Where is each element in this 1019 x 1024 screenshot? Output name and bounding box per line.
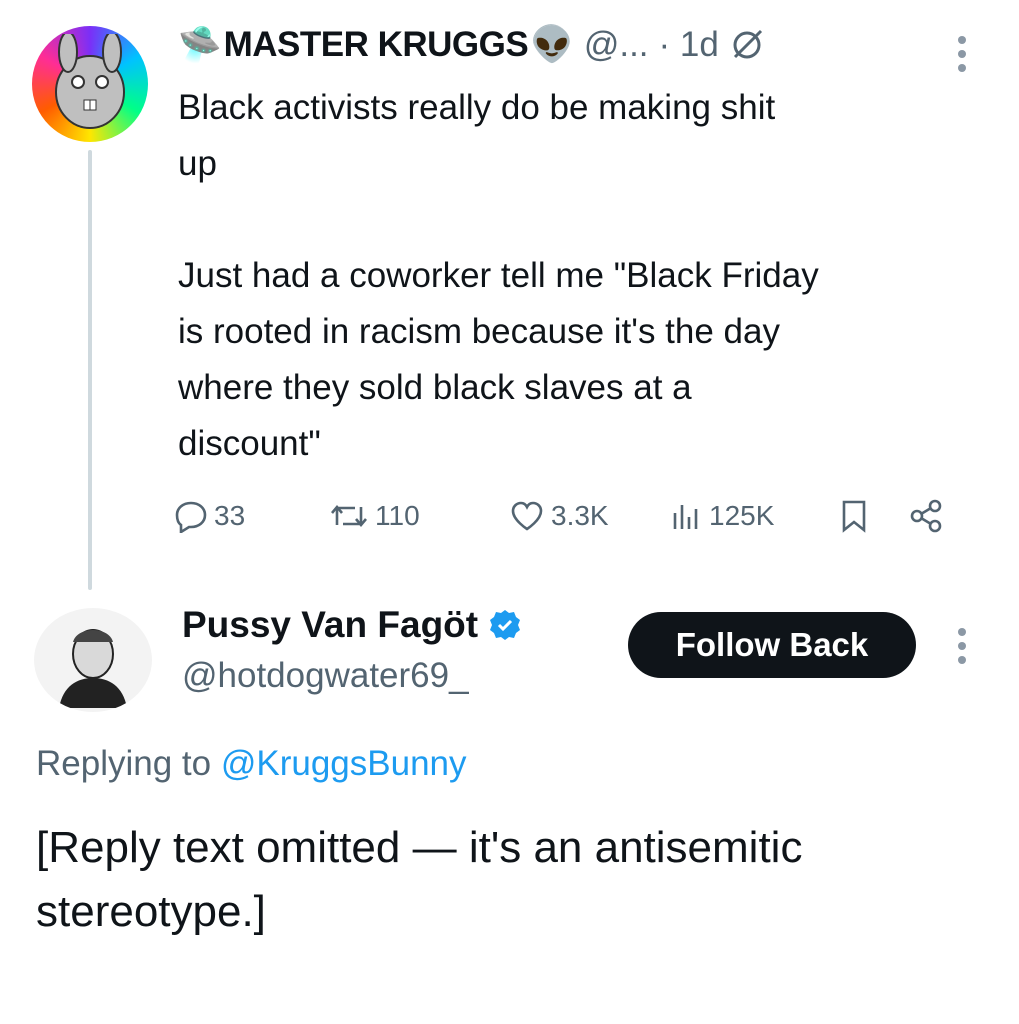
replying-to-handle-link[interactable]: @KruggsBunny [221,744,467,783]
follow-back-button[interactable]: Follow Back [628,612,916,678]
reply-count: 33 [214,500,246,531]
reply-author-display-name[interactable]: Pussy Van Fagöt [182,604,478,646]
repost-icon [331,504,367,528]
repost-count: 110 [375,500,420,531]
replying-to-label: Replying to [36,744,212,783]
post-timestamp[interactable]: · 1d [659,25,719,65]
ufo-emoji-icon: 🛸 [178,25,222,64]
bunny-avatar-icon [55,34,125,129]
more-options-icon[interactable] [958,36,966,72]
parent-post-text: Black activists really do be making shit… [178,88,819,463]
portrait-avatar-icon [45,612,141,708]
reply-post-text: [Reply text omitted — it's an antisemiti… [36,823,815,936]
bookmark-icon [842,500,866,533]
thread-connector-line [88,150,92,590]
view-count: 125K [709,500,775,531]
bookmark-button[interactable] [839,499,909,533]
repost-button[interactable]: 110 [329,499,509,533]
author-handle[interactable]: @... [584,25,649,65]
grok-icon[interactable] [729,27,765,63]
reply-author-header: Pussy Van Fagöt [182,604,522,646]
verified-badge-icon [490,610,521,640]
share-icon [910,499,942,533]
views-chart-icon [673,505,698,529]
heart-icon [511,501,543,531]
reply-icon [175,501,207,533]
like-button[interactable]: 3.3K [509,499,669,533]
author-display-name[interactable]: MASTER KRUGGS [224,25,529,65]
reply-author-avatar[interactable] [34,608,152,712]
views-button[interactable]: 125K [669,499,839,533]
alien-emoji-icon: 👽 [530,25,574,64]
replying-to-line: Replying to @KruggsBunny [36,744,467,784]
reply-button[interactable]: 33 [174,499,329,533]
post-action-bar: 33 110 3.3K 125K [174,494,974,538]
reply-author-handle[interactable]: @hotdogwater69_ [182,656,469,696]
author-avatar[interactable] [32,26,148,142]
like-count: 3.3K [551,500,609,531]
share-button[interactable] [909,499,945,533]
parent-post-header: 🛸 MASTER KRUGGS 👽 @... · 1d [178,24,765,65]
reply-more-options-icon[interactable] [958,628,966,664]
